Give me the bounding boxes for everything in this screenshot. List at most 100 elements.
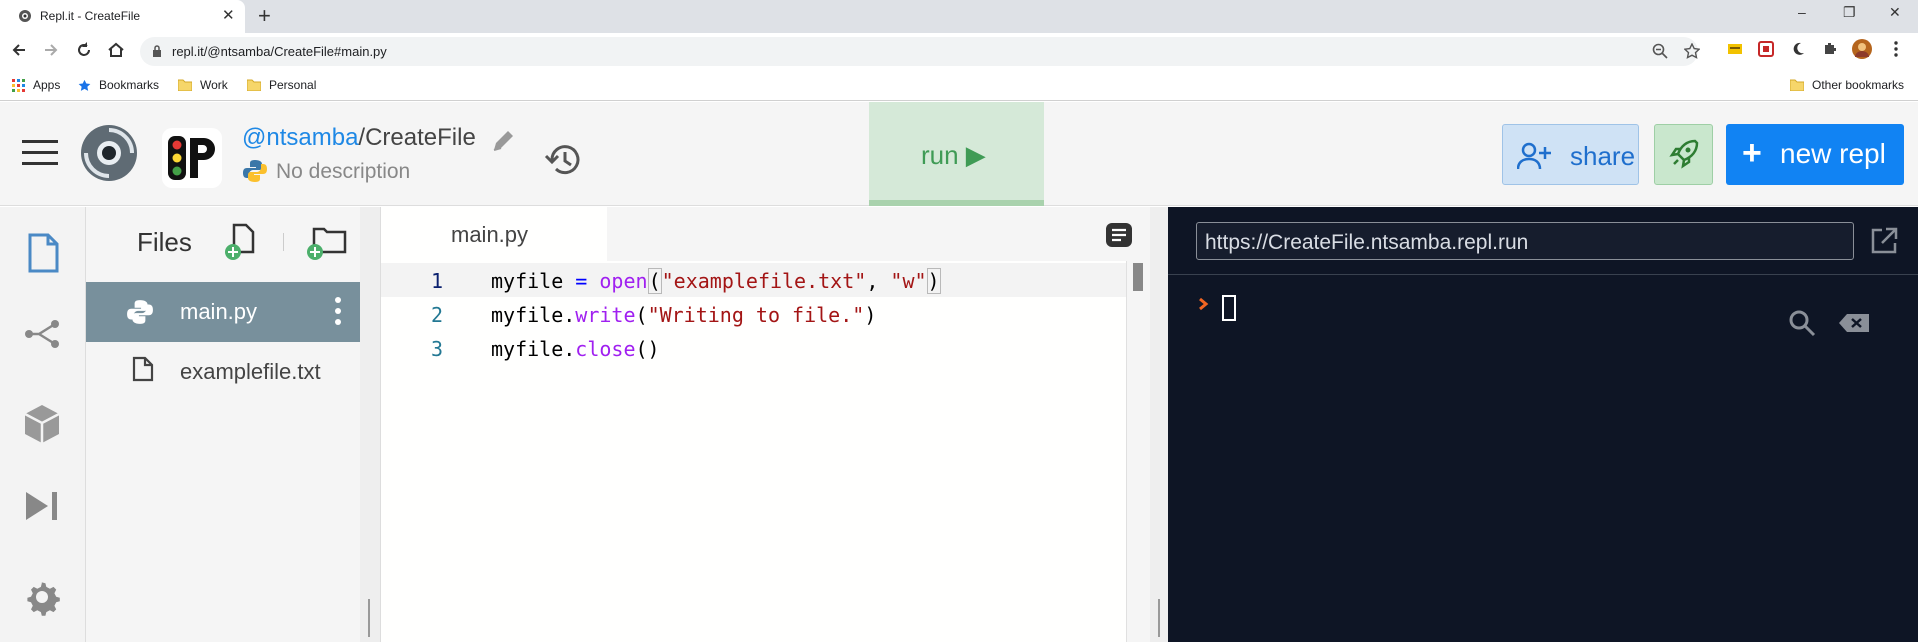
- code-editor: main.py 1 myfile = open("examplefile.txt…: [380, 207, 1151, 642]
- python-icon: [242, 158, 268, 184]
- repl-title: @ntsamba/CreateFile: [242, 124, 476, 152]
- webview-url-field[interactable]: https://CreateFile.ntsamba.repl.run: [1196, 222, 1854, 260]
- address-bar[interactable]: repl.it/@ntsamba/CreateFile#main.py: [140, 37, 1700, 66]
- minimize-button[interactable]: –: [1798, 4, 1806, 20]
- bookmark-label: Bookmarks: [99, 78, 160, 92]
- editor-scrollbar[interactable]: [1126, 261, 1151, 642]
- line-number: 3: [431, 337, 444, 361]
- replit-logo-icon[interactable]: [80, 124, 138, 182]
- folder-icon: [247, 79, 261, 91]
- console-divider: [1168, 274, 1918, 275]
- bookmark-bookmarks[interactable]: Bookmarks: [78, 78, 159, 92]
- line-number: 2: [431, 303, 444, 327]
- line-code[interactable]: myfile.close(): [491, 337, 660, 361]
- folder-icon: [1790, 79, 1804, 91]
- new-repl-button[interactable]: + new repl: [1726, 124, 1904, 185]
- browser-tabstrip: Repl.it - CreateFile ✕ + – ❐ ✕: [0, 0, 1918, 33]
- home-icon[interactable]: [107, 41, 125, 59]
- rocket-icon: [1669, 139, 1699, 171]
- bookmark-apps[interactable]: Apps: [12, 78, 60, 92]
- add-user-icon: [1517, 141, 1551, 171]
- browser-toolbar: repl.it/@ntsamba/CreateFile#main.py: [0, 33, 1918, 70]
- repl-name[interactable]: CreateFile: [365, 124, 476, 151]
- open-external-icon[interactable]: [1868, 225, 1900, 257]
- replit-favicon-icon: [18, 9, 32, 23]
- code-line[interactable]: 3 myfile.close(): [381, 331, 1126, 365]
- bookmark-label: Personal: [269, 78, 317, 92]
- repl-header: @ntsamba/CreateFile No description run ▶…: [0, 102, 1918, 206]
- python-file-icon: [126, 298, 154, 326]
- plus-icon: +: [1742, 134, 1762, 172]
- panel-resize-handle[interactable]: [1150, 207, 1168, 642]
- bookmark-personal[interactable]: Personal: [247, 78, 316, 92]
- share-label: share: [1570, 141, 1636, 171]
- files-panel: Files main.py examplefile.txt: [86, 207, 360, 642]
- deploy-button[interactable]: [1654, 124, 1713, 185]
- new-tab-button[interactable]: +: [258, 3, 271, 29]
- browser-tab[interactable]: Repl.it - CreateFile ✕: [0, 0, 245, 33]
- resize-grip: [1158, 599, 1160, 637]
- code-line[interactable]: 2 myfile.write("Writing to file."): [381, 297, 1126, 331]
- tab-close-icon[interactable]: ✕: [222, 6, 235, 24]
- zoom-icon[interactable]: [1652, 43, 1668, 59]
- reload-icon[interactable]: [75, 41, 93, 59]
- restore-button[interactable]: ❐: [1843, 4, 1856, 21]
- close-window-button[interactable]: ✕: [1889, 4, 1901, 21]
- share-button[interactable]: share: [1502, 124, 1639, 185]
- code-line[interactable]: 1 myfile = open("examplefile.txt", "w"): [381, 263, 1126, 297]
- new-repl-label: new repl: [1780, 138, 1886, 169]
- extension-moon-icon[interactable]: [1790, 41, 1806, 57]
- folder-icon: [178, 79, 192, 91]
- line-code[interactable]: myfile = open("examplefile.txt", "w"): [491, 268, 941, 294]
- bookmark-other[interactable]: Other bookmarks: [1790, 78, 1904, 92]
- panel-resize-handle[interactable]: [360, 207, 380, 642]
- scrollbar-thumb[interactable]: [1133, 263, 1143, 291]
- editor-tab-main-py[interactable]: main.py: [381, 207, 607, 261]
- editor-tabbar: main.py: [381, 207, 1151, 261]
- bookmark-work[interactable]: Work: [178, 78, 228, 92]
- extension-red-icon[interactable]: [1758, 41, 1774, 57]
- clear-console-icon[interactable]: [1838, 313, 1870, 333]
- browser-menu-icon[interactable]: [1893, 41, 1899, 57]
- menu-hamburger-icon[interactable]: [22, 138, 58, 168]
- extension-yellow-icon[interactable]: [1727, 41, 1743, 57]
- lock-icon: [152, 45, 162, 57]
- run-button[interactable]: run ▶: [869, 102, 1044, 206]
- console-panel: https://CreateFile.ntsamba.repl.run: [1168, 207, 1918, 642]
- files-icon[interactable]: [22, 231, 62, 275]
- file-name: examplefile.txt: [180, 359, 321, 384]
- terminal-cursor[interactable]: [1222, 295, 1236, 321]
- editor-tab-label: main.py: [451, 222, 529, 247]
- profile-avatar[interactable]: [1852, 39, 1872, 59]
- bookmark-star-icon[interactable]: [1684, 43, 1700, 59]
- edit-pencil-icon[interactable]: [490, 128, 516, 154]
- prompt-icon: [1198, 297, 1210, 311]
- code-area[interactable]: 1 myfile = open("examplefile.txt", "w") …: [381, 261, 1126, 642]
- line-number: 1: [431, 269, 444, 293]
- version-control-icon[interactable]: [22, 319, 62, 349]
- files-title: Files: [137, 227, 192, 257]
- extensions-puzzle-icon[interactable]: [1822, 41, 1838, 57]
- back-icon[interactable]: [10, 41, 28, 59]
- settings-gear-icon[interactable]: [22, 577, 62, 617]
- forward-icon[interactable]: [42, 41, 60, 59]
- add-file-icon[interactable]: [224, 223, 260, 261]
- editor-menu-icon[interactable]: [1105, 222, 1133, 248]
- repl-owner-link[interactable]: @ntsamba: [242, 124, 358, 151]
- webview-url[interactable]: https://CreateFile.ntsamba.repl.run: [1205, 231, 1528, 255]
- line-code[interactable]: myfile.write("Writing to file."): [491, 303, 876, 327]
- file-item-main-py[interactable]: main.py: [86, 282, 360, 342]
- file-options-icon[interactable]: [334, 296, 342, 326]
- text-file-icon: [132, 356, 154, 382]
- debugger-icon[interactable]: [22, 489, 62, 523]
- packages-cube-icon[interactable]: [22, 403, 62, 445]
- search-icon[interactable]: [1788, 309, 1816, 337]
- bookmark-label: Work: [200, 78, 228, 92]
- url-text[interactable]: repl.it/@ntsamba/CreateFile#main.py: [172, 44, 387, 59]
- add-folder-icon[interactable]: [306, 223, 348, 261]
- repl-description[interactable]: No description: [276, 160, 410, 184]
- file-item-examplefile-txt[interactable]: examplefile.txt: [86, 342, 360, 402]
- resize-grip: [368, 599, 370, 637]
- history-icon[interactable]: [544, 140, 584, 180]
- tab-title: Repl.it - CreateFile: [40, 9, 141, 23]
